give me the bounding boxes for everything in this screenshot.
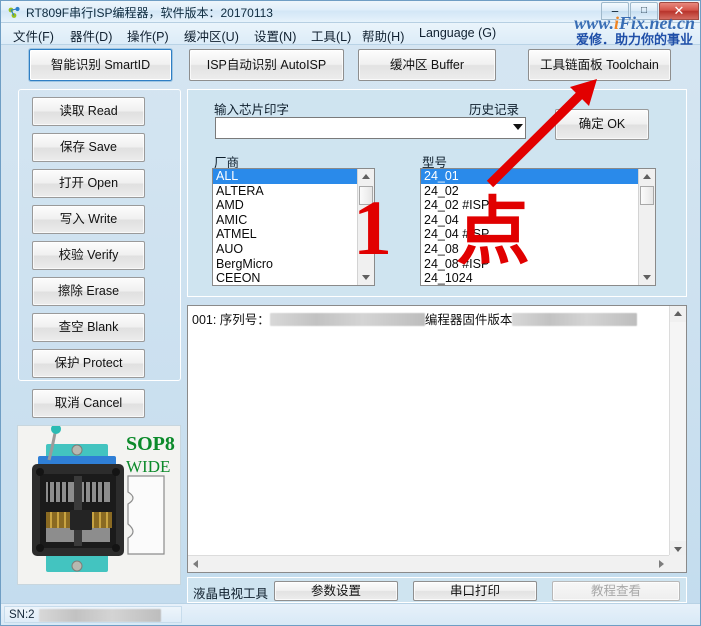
status-bar: SN:2	[1, 603, 700, 625]
menu-item-file[interactable]: 文件(F)	[11, 26, 56, 45]
list-item[interactable]: ATMEL	[213, 227, 357, 242]
lcd-tools-label: 液晶电视工具	[193, 587, 269, 601]
cancel-button[interactable]: 取消 Cancel	[32, 389, 145, 418]
application-window: RT809F串行ISP编程器，软件版本：20170113 ⎯ □ ✕ www.i…	[0, 0, 701, 626]
chevron-up-icon	[362, 174, 370, 179]
step-1-marker: 1	[353, 184, 392, 271]
vendor-listbox[interactable]: ALL ALTERA AMD AMIC ATMEL AUO BergMicro …	[212, 168, 375, 286]
chevron-down-icon	[643, 275, 651, 280]
protect-button[interactable]: 保护 Protect	[32, 349, 145, 378]
open-button[interactable]: 打开 Open	[32, 169, 145, 198]
list-item[interactable]: AMIC	[213, 213, 357, 228]
log-vertical-scrollbar[interactable]	[669, 306, 686, 557]
socket-adapter-photo: SOP8 WIDE	[17, 425, 181, 585]
chevron-down-icon[interactable]	[513, 124, 523, 130]
scroll-down-button[interactable]	[358, 269, 374, 285]
erase-button[interactable]: 擦除 Erase	[32, 277, 145, 306]
ok-button[interactable]: 确定 OK	[555, 109, 649, 140]
read-button[interactable]: 读取 Read	[32, 97, 145, 126]
log-line-prefix: 001: 序列号：	[192, 313, 270, 327]
model-list-scrollbar[interactable]	[638, 169, 655, 285]
scroll-down-button[interactable]	[639, 269, 655, 285]
socket-label-top: SOP8	[126, 433, 175, 455]
list-item[interactable]: ALTERA	[213, 184, 357, 199]
vendor-list-items: ALL ALTERA AMD AMIC ATMEL AUO BergMicro …	[213, 169, 357, 285]
window-title: RT809F串行ISP编程器，软件版本：20170113	[26, 6, 273, 20]
redacted-block	[39, 609, 161, 622]
menu-item-tools[interactable]: 工具(L)	[309, 26, 353, 45]
chevron-right-icon[interactable]	[659, 560, 664, 568]
history-label: 历史记录	[469, 103, 520, 117]
click-marker: 点	[456, 189, 530, 275]
redacted-block	[269, 313, 425, 326]
serial-number-cell: SN:2	[4, 606, 182, 623]
blank-button[interactable]: 查空 Blank	[32, 313, 145, 342]
params-settings-button[interactable]: 参数设置	[274, 581, 398, 601]
chevron-down-icon	[362, 275, 370, 280]
tutorial-view-button: 教程查看	[552, 581, 680, 601]
verify-button[interactable]: 校验 Verify	[32, 241, 145, 270]
chip-input-label: 输入芯片印字	[214, 103, 290, 117]
scroll-up-button[interactable]	[639, 169, 655, 185]
serial-print-button[interactable]: 串口打印	[413, 581, 537, 601]
menu-item-help[interactable]: 帮助(H)	[360, 26, 406, 45]
scrollbar-corner	[669, 555, 686, 572]
scroll-up-button[interactable]	[358, 169, 374, 185]
socket-label-bottom: WIDE	[126, 457, 170, 476]
list-item[interactable]: 24_01	[421, 169, 638, 184]
menu-item-language[interactable]: Language (G)	[417, 26, 498, 40]
chevron-left-icon[interactable]	[193, 560, 198, 568]
scrollbar-thumb[interactable]	[640, 186, 654, 205]
chevron-up-icon	[674, 311, 682, 316]
log-line: 001: 序列号： 编程器固件版本	[192, 309, 666, 328]
menu-item-operate[interactable]: 操作(P)	[125, 26, 171, 45]
watermark-slogan: 爱修．助力你的事业	[575, 32, 693, 47]
list-item[interactable]: BergMicro	[213, 257, 357, 272]
list-item[interactable]: ALL	[213, 169, 357, 184]
chevron-up-icon	[643, 174, 651, 179]
serial-number-text: SN:2	[9, 609, 35, 621]
menu-item-buffer[interactable]: 缓冲区(U)	[182, 26, 241, 45]
log-horizontal-scrollbar[interactable]	[188, 555, 686, 572]
smartid-button[interactable]: 智能识别 SmartID	[29, 49, 172, 81]
chip-marking-input[interactable]	[215, 117, 526, 139]
socket-photo-svg: SOP8 WIDE	[18, 426, 180, 584]
log-output-area[interactable]: 001: 序列号： 编程器固件版本	[187, 305, 687, 573]
menu-item-device[interactable]: 器件(D)	[68, 26, 114, 45]
list-item[interactable]: AUO	[213, 242, 357, 257]
chevron-down-icon	[674, 547, 682, 552]
menu-item-settings[interactable]: 设置(N)	[252, 26, 298, 45]
scroll-up-button[interactable]	[670, 306, 686, 322]
list-item[interactable]: AMD	[213, 198, 357, 213]
list-item[interactable]: CEEON	[213, 271, 357, 285]
log-line-middle: 编程器固件版本	[424, 313, 513, 327]
autoisp-button[interactable]: ISP自动识别 AutoISP	[189, 49, 344, 81]
buffer-button[interactable]: 缓冲区 Buffer	[358, 49, 496, 81]
write-button[interactable]: 写入 Write	[32, 205, 145, 234]
toolchain-button[interactable]: 工具链面板 Toolchain	[528, 49, 671, 81]
save-button[interactable]: 保存 Save	[32, 133, 145, 162]
redacted-block	[512, 313, 638, 326]
app-logo-icon	[8, 6, 20, 18]
